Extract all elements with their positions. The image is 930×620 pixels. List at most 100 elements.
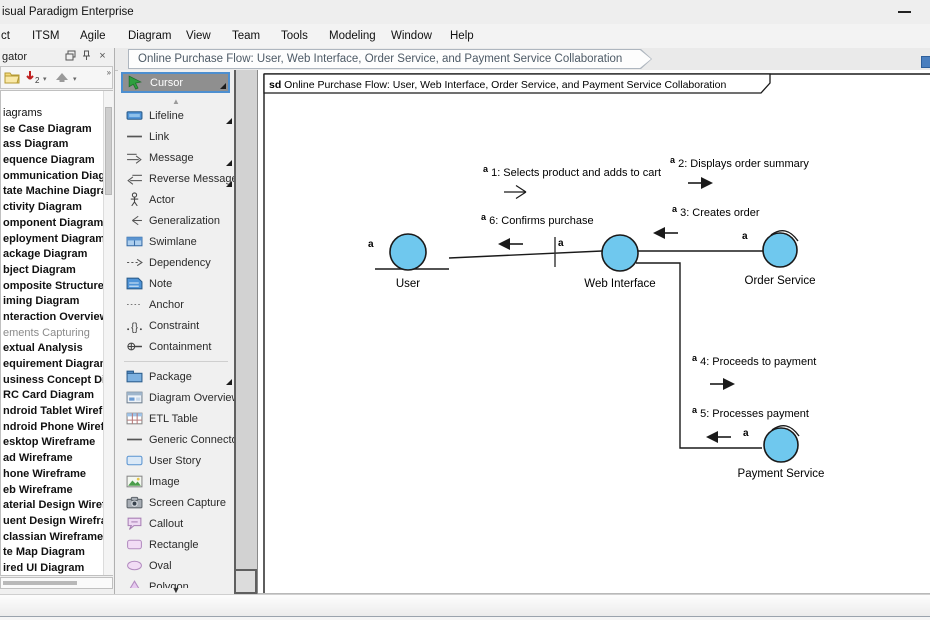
palette-canvas-scrollbar[interactable]	[234, 70, 258, 594]
message-6[interactable]: a 6: Confirms purchase	[481, 212, 594, 250]
tool-constraint[interactable]: {}Constraint	[118, 315, 234, 336]
tree-item[interactable]: eb Wireframe	[1, 483, 112, 499]
tool-anchor[interactable]: Anchor	[118, 294, 234, 315]
lifeline-order-service[interactable]: Order Service	[745, 231, 816, 287]
tree-item[interactable]: ctivity Diagram	[1, 200, 112, 216]
tree-item[interactable]: ass Diagram	[1, 137, 112, 153]
tree-item[interactable]: ired UI Diagram	[1, 561, 112, 576]
tool-generic-connector[interactable]: Generic Connector	[118, 429, 234, 450]
tab-bar-right-icon[interactable]	[921, 56, 930, 68]
diagram-canvas[interactable]: sd Online Purchase Flow: User, Web Inter…	[258, 70, 930, 594]
minimize-button[interactable]	[894, 4, 920, 20]
tree-item[interactable]: equirement Diagram	[1, 357, 112, 373]
svg-text:Order Service: Order Service	[745, 275, 816, 287]
tool-user-story[interactable]: User Story	[118, 450, 234, 471]
menu-modeling[interactable]: Modeling	[329, 30, 376, 42]
collapse-dropdown-icon[interactable]: ▾	[73, 75, 77, 83]
status-bar	[0, 594, 930, 617]
link-user-webinterface[interactable]	[449, 251, 602, 258]
tree-vertical-scrollbar[interactable]	[103, 91, 113, 575]
package-icon	[126, 369, 143, 384]
tool-dependency[interactable]: Dependency	[118, 252, 234, 273]
tool-reverse-message[interactable]: Reverse Message	[118, 168, 234, 189]
lifeline-user[interactable]: User	[375, 234, 449, 290]
tree-item[interactable]: ndroid Phone Wireframe	[1, 420, 112, 436]
tree-item[interactable]: hone Wireframe	[1, 467, 112, 483]
scrollbar-thumb[interactable]	[234, 569, 257, 594]
menu-diagram[interactable]: Diagram	[128, 30, 171, 42]
menu-bar: ct ITSM Agile Diagram View Team Tools Mo…	[0, 24, 930, 48]
restore-icon[interactable]	[64, 50, 77, 63]
tree-item[interactable]: iagrams	[1, 91, 112, 122]
sort-icon[interactable]: 2	[24, 70, 41, 86]
tool-rectangle[interactable]: Rectangle	[118, 534, 234, 555]
tool-label: Diagram Overview	[149, 392, 234, 404]
tree-item[interactable]: ements Capturing	[1, 326, 112, 342]
tree-item[interactable]: bject Diagram	[1, 263, 112, 279]
tree-item[interactable]: iming Diagram	[1, 294, 112, 310]
tree-item[interactable]: tate Machine Diagram	[1, 184, 112, 200]
sort-dropdown-icon[interactable]: ▾	[43, 75, 47, 83]
tool-message[interactable]: Message	[118, 147, 234, 168]
diagram-tab[interactable]: Online Purchase Flow: User, Web Interfac…	[128, 49, 652, 69]
menu-view[interactable]: View	[186, 30, 211, 42]
collapse-up-icon[interactable]	[54, 70, 71, 86]
generic-connector-icon	[126, 432, 143, 447]
menu-itsm[interactable]: ITSM	[32, 30, 59, 42]
tool-link[interactable]: Link	[118, 126, 234, 147]
tree-item[interactable]: se Case Diagram	[1, 122, 112, 138]
menu-team[interactable]: Team	[232, 30, 260, 42]
tree-hscroll-thumb[interactable]	[3, 581, 77, 585]
tool-callout[interactable]: Callout	[118, 513, 234, 534]
tree-item[interactable]: ommunication Diagram	[1, 169, 112, 185]
tree-item[interactable]: ad Wireframe	[1, 451, 112, 467]
tree-item[interactable]: usiness Concept Diagram	[1, 373, 112, 389]
tree-horizontal-scrollbar[interactable]	[0, 577, 113, 589]
tool-containment[interactable]: Containment	[118, 336, 234, 357]
tree-item[interactable]: ackage Diagram	[1, 247, 112, 263]
anchor-icon	[126, 297, 143, 312]
tool-cursor[interactable]: Cursor	[121, 72, 230, 93]
tool-diagram-overview[interactable]: Diagram Overview	[118, 387, 234, 408]
tool-screen-capture[interactable]: Screen Capture	[118, 492, 234, 513]
menu-project[interactable]: ct	[1, 30, 10, 42]
tree-item[interactable]: eployment Diagram	[1, 232, 112, 248]
tool-lifeline[interactable]: Lifeline	[118, 105, 234, 126]
menu-window[interactable]: Window	[391, 30, 432, 42]
rectangle-icon	[126, 537, 143, 552]
message-1[interactable]: a 1: Selects product and adds to cart	[483, 164, 661, 199]
pin-icon[interactable]	[80, 50, 93, 63]
tree-item[interactable]: omponent Diagram	[1, 216, 112, 232]
tool-note[interactable]: Note	[118, 273, 234, 294]
tree-item[interactable]: aterial Design Wireframe	[1, 498, 112, 514]
tree-item[interactable]: RC Card Diagram	[1, 388, 112, 404]
tool-image[interactable]: Image	[118, 471, 234, 492]
tool-swimlane[interactable]: Swimlane	[118, 231, 234, 252]
message-4[interactable]: a 4: Proceeds to payment	[692, 353, 816, 390]
tool-actor[interactable]: Actor	[118, 189, 234, 210]
lifeline-payment-service[interactable]: Payment Service	[738, 426, 825, 480]
tree-item[interactable]: extual Analysis	[1, 341, 112, 357]
tree-item[interactable]: omposite Structure Diagram	[1, 279, 112, 295]
tool-package[interactable]: Package	[118, 366, 234, 387]
tree-item[interactable]: uent Design Wireframe	[1, 514, 112, 530]
menu-agile[interactable]: Agile	[80, 30, 106, 42]
menu-tools[interactable]: Tools	[281, 30, 308, 42]
tool-generalization[interactable]: Generalization	[118, 210, 234, 231]
tool-etl-table[interactable]: ETL Table	[118, 408, 234, 429]
tree-item[interactable]: ndroid Tablet Wireframe	[1, 404, 112, 420]
tree-vscroll-thumb[interactable]	[105, 107, 112, 195]
tree-item[interactable]: classian Wireframe	[1, 530, 112, 546]
tree-item[interactable]: esktop Wireframe	[1, 435, 112, 451]
tree-item[interactable]: te Map Diagram	[1, 545, 112, 561]
close-icon[interactable]: ×	[96, 50, 109, 63]
toolbar-overflow-icon[interactable]: ››	[107, 68, 110, 77]
generalization-icon	[126, 213, 143, 228]
tree-item[interactable]: nteraction Overview Diagram	[1, 310, 112, 326]
svg-text:a 3: Creates order: a 3: Creates order	[672, 204, 760, 219]
message-2[interactable]: a 2: Displays order summary	[670, 155, 809, 189]
open-folder-icon[interactable]	[4, 70, 21, 86]
tree-item[interactable]: equence Diagram	[1, 153, 112, 169]
tool-oval[interactable]: Oval	[118, 555, 234, 576]
menu-help[interactable]: Help	[450, 30, 474, 42]
